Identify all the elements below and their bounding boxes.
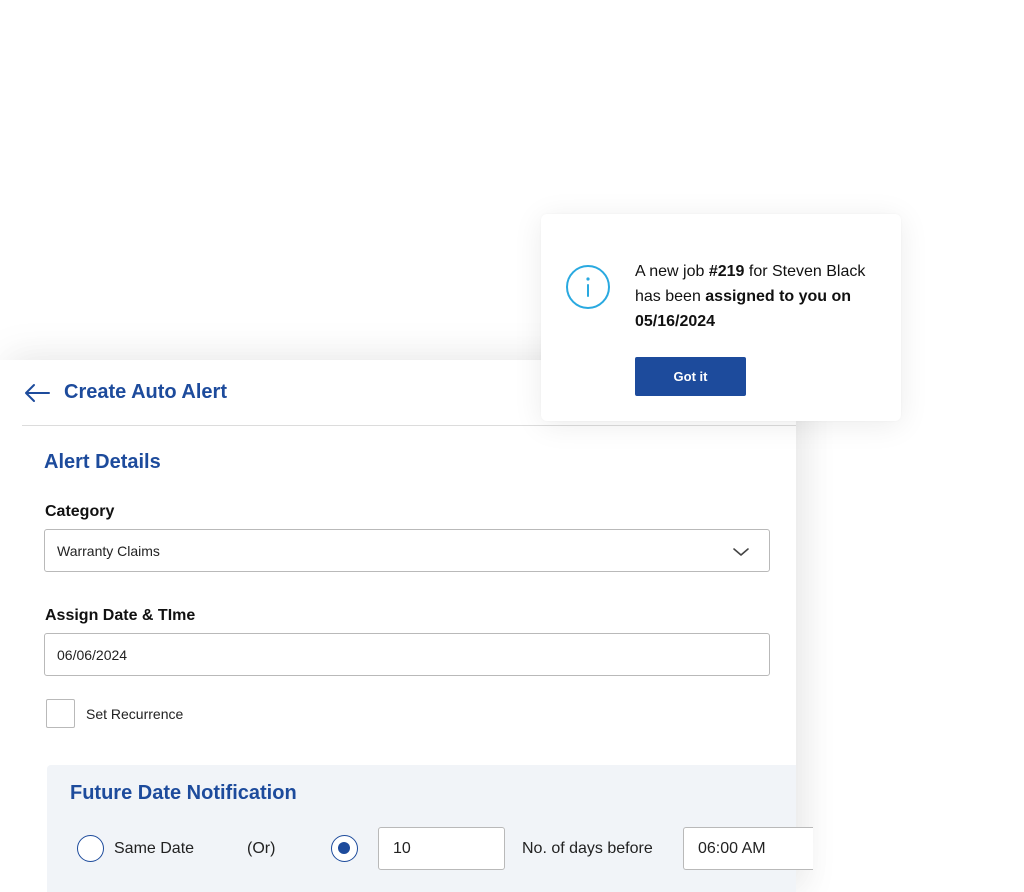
notification-time-input[interactable]: 06:00 AM [683,827,813,870]
or-label: (Or) [247,840,276,857]
notification-time-value: 06:00 AM [698,839,766,857]
days-before-label: No. of days before [522,840,653,857]
set-recurrence-label: Set Recurrence [86,705,184,722]
days-before-radio[interactable] [331,835,358,862]
set-recurrence-checkbox[interactable] [46,699,75,728]
info-circle-icon [566,265,610,309]
category-select[interactable]: Warranty Claims [44,529,770,572]
job-assigned-toast: A new job #219 for Steven Black has been… [541,214,901,421]
assign-date-input[interactable]: 06/06/2024 [44,633,770,676]
back-button[interactable] [22,378,52,408]
days-before-value: 10 [393,839,411,857]
assign-date-value: 06/06/2024 [57,646,128,663]
category-value: Warranty Claims [57,542,160,559]
chevron-down-icon [733,548,749,556]
toast-message: A new job #219 for Steven Black has been… [635,259,875,334]
screen: Create Auto Alert Alert Details Category… [0,0,1024,892]
future-date-title: Future Date Notification [70,782,297,804]
same-date-label: Same Date [114,840,195,857]
category-label: Category [45,503,115,520]
same-date-radio[interactable] [77,835,104,862]
days-before-input[interactable]: 10 [378,827,505,870]
arrow-left-icon [25,383,50,402]
toast-message-text: A new job [635,263,709,280]
job-number: #219 [708,263,745,280]
assign-date-label: Assign Date & TIme [45,607,196,624]
future-date-notification-panel: Future Date Notification Same Date (Or) … [47,765,813,892]
page-title: Create Auto Alert [64,381,227,403]
got-it-button[interactable]: Got it [635,357,746,396]
section-title: Alert Details [44,451,161,473]
recurrence-row: Set Recurrence [46,699,183,728]
create-auto-alert-panel: Create Auto Alert Alert Details Category… [0,360,813,892]
